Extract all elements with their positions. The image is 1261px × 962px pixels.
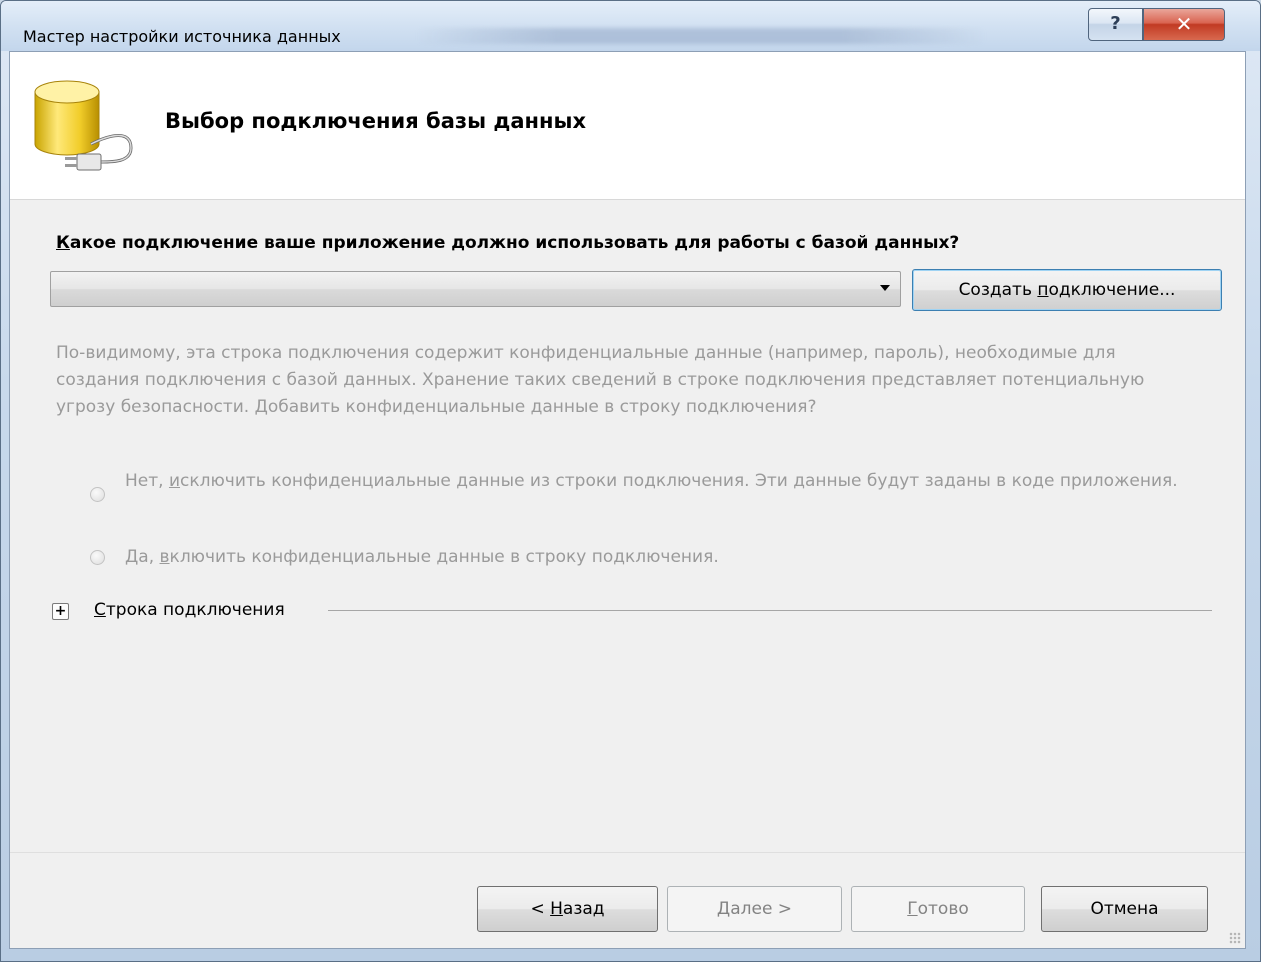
exclude-label-accelerator: и <box>168 471 181 491</box>
next-label-post: алее > <box>730 899 793 919</box>
exclude-label-post: сключить конфиденциальные данные из стро… <box>180 471 1178 491</box>
create-connection-button[interactable]: Создать подключение... <box>912 269 1222 311</box>
footer-divider <box>10 852 1245 853</box>
back-button[interactable]: < Назад <box>477 886 658 932</box>
connection-string-divider <box>328 610 1212 611</box>
finish-label-post: отово <box>917 899 969 919</box>
connection-string-text: трока подключения <box>105 600 285 620</box>
help-icon: ? <box>1110 13 1121 34</box>
sensitive-data-warning: По-видимому, эта строка подключения соде… <box>56 343 1145 417</box>
back-label-pre: < <box>530 899 551 919</box>
title-bar[interactable]: Мастер настройки источника данных ? ✕ <box>1 1 1260 51</box>
cancel-button[interactable]: Отмена <box>1041 886 1208 932</box>
question-text: акое подключение ваше приложение должно … <box>69 233 960 253</box>
exclude-sensitive-label[interactable]: Нет, исключить конфиденциальные данные и… <box>125 468 1185 495</box>
back-accelerator: Н <box>550 899 563 919</box>
close-button[interactable]: ✕ <box>1143 8 1225 41</box>
wizard-header: Выбор подключения базы данных <box>10 52 1245 200</box>
include-sensitive-radio[interactable] <box>90 550 105 565</box>
exclude-label-pre: Нет, <box>125 471 169 491</box>
include-label-accelerator: в <box>159 547 170 567</box>
exclude-sensitive-radio[interactable] <box>90 487 105 502</box>
expand-connection-string-button[interactable]: + <box>52 603 69 620</box>
database-connection-icon <box>34 80 133 171</box>
include-label-pre: Да, <box>125 547 160 567</box>
back-label-post: азад <box>562 899 605 919</box>
close-icon: ✕ <box>1175 12 1193 36</box>
create-connection-label-post: одключение... <box>1048 280 1176 300</box>
blurred-title-region <box>416 28 986 44</box>
connection-string-label[interactable]: Строка подключения <box>94 597 285 624</box>
include-label-post: ключить конфиденциальные данные в строку… <box>169 547 719 567</box>
connection-select[interactable] <box>50 271 901 307</box>
include-sensitive-label[interactable]: Да, включить конфиденциальные данные в с… <box>125 544 1185 571</box>
next-button[interactable]: Далее > <box>667 886 842 932</box>
create-connection-accelerator: п <box>1037 280 1049 300</box>
finish-button[interactable]: Готово <box>851 886 1025 932</box>
create-connection-label-pre: Создать <box>958 280 1038 300</box>
connection-question-label: Какое подключение ваше приложение должно… <box>56 233 959 253</box>
chevron-down-icon[interactable] <box>880 285 890 291</box>
page-title: Выбор подключения базы данных <box>165 109 587 133</box>
question-accelerator: К <box>56 233 70 253</box>
window-title: Мастер настройки источника данных <box>23 27 341 46</box>
connection-string-accelerator: С <box>94 600 106 620</box>
wizard-window: Мастер настройки источника данных ? ✕ Вы… <box>0 0 1261 962</box>
wizard-body: Выбор подключения базы данных Какое подк… <box>9 51 1246 949</box>
finish-accelerator: Г <box>907 899 918 919</box>
help-button[interactable]: ? <box>1088 8 1143 41</box>
next-accelerator: Д <box>716 899 731 919</box>
plus-icon: + <box>54 603 67 619</box>
resize-grip-icon[interactable] <box>1229 932 1241 944</box>
